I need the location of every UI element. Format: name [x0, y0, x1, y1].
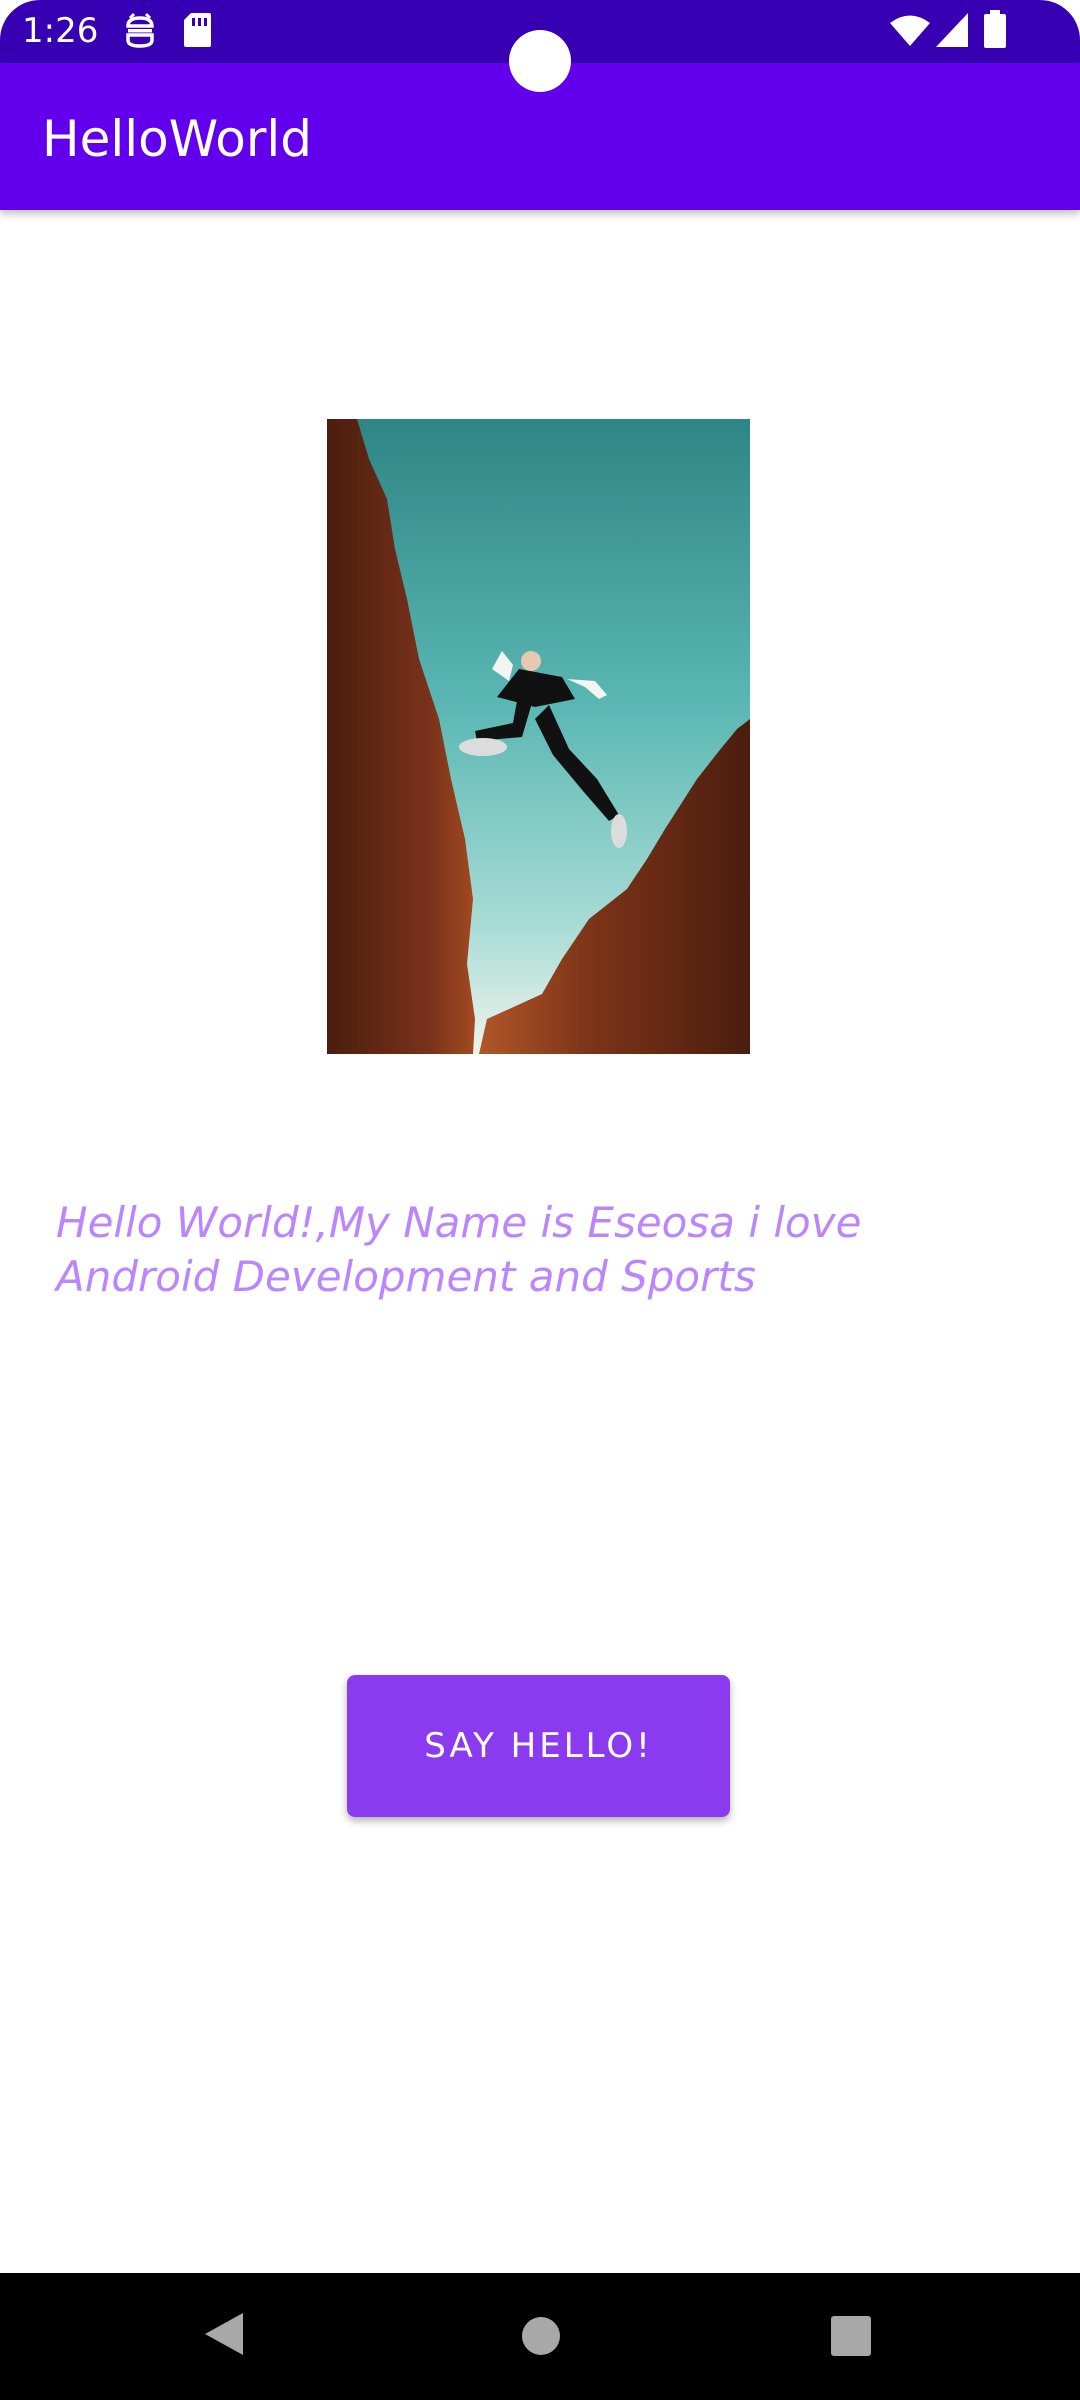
wifi-icon	[890, 14, 930, 50]
app-screen: 1:26 HelloWorld Hello World!,My Name is …	[0, 0, 1080, 2400]
android-debug-icon	[124, 12, 156, 54]
say-hello-button[interactable]: SAY HELLO!	[347, 1675, 730, 1817]
status-time: 1:26	[22, 11, 99, 51]
camera-cutout	[509, 30, 571, 92]
back-icon[interactable]	[203, 2311, 245, 2361]
navigation-bar	[0, 2273, 1080, 2400]
hero-image	[327, 419, 750, 1054]
intro-text: Hello World!,My Name is Eseosa i love An…	[56, 1198, 862, 1301]
home-icon[interactable]	[521, 2316, 561, 2360]
recents-icon[interactable]	[831, 2316, 871, 2360]
battery-icon	[984, 10, 1006, 52]
cellular-signal-icon	[936, 13, 968, 51]
app-title: HelloWorld	[42, 110, 313, 168]
sd-card-icon	[183, 12, 211, 52]
